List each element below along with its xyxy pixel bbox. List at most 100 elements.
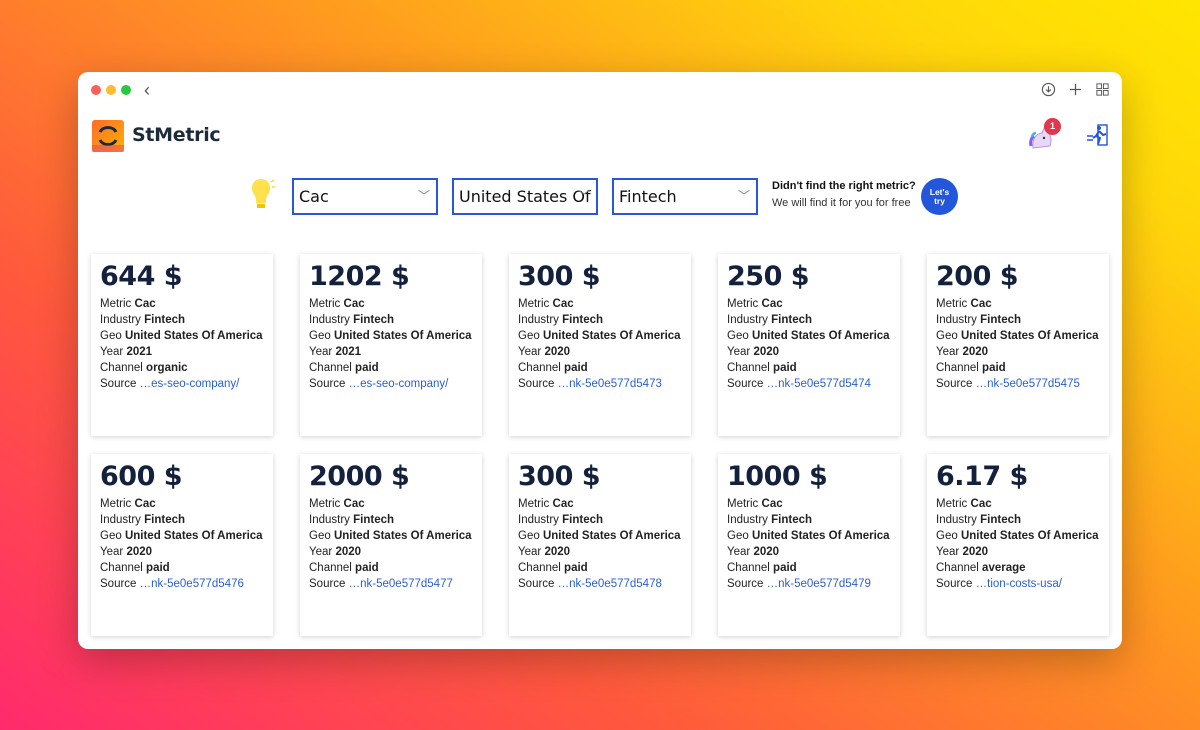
channel-line: Channel paid [518, 362, 588, 374]
metric-card[interactable]: 644 $ Metric Cac Industry Fintech Geo Unite… [91, 254, 273, 436]
browser-window: ‹ StMetric 1 Cac ﹀ United States Of ﹀ Fi… [78, 72, 1122, 649]
year-line: Year 2020 [309, 546, 362, 558]
source-line: Source …tion-costs-usa/ [936, 578, 1062, 590]
lets-try-button[interactable]: Let's try [921, 178, 958, 215]
geo-line: Geo United States Of America [100, 330, 263, 342]
download-icon[interactable] [1041, 82, 1056, 97]
channel-line: Channel paid [727, 562, 797, 574]
geo-line: Geo United States Of America [936, 330, 1099, 342]
metric-amount: 300 $ [518, 461, 601, 492]
industry-line: Industry Fintech [309, 314, 395, 326]
metric-amount: 1000 $ [727, 461, 828, 492]
metric-line: Metric Cac [100, 498, 156, 510]
metric-line: Metric Cac [727, 298, 783, 310]
industry-line: Industry Fintech [309, 514, 395, 526]
source-line: Source …nk-5e0e577d5476 [100, 578, 244, 590]
metric-amount: 200 $ [936, 261, 1019, 292]
year-line: Year 2020 [518, 546, 571, 558]
channel-line: Channel paid [309, 562, 379, 574]
industry-line: Industry Fintech [518, 514, 604, 526]
grid-icon[interactable] [1095, 82, 1110, 97]
metric-card[interactable]: 250 $ Metric Cac Industry Fintech Geo Unite… [718, 254, 900, 436]
close-window-button[interactable] [91, 85, 101, 95]
metric-line: Metric Cac [100, 298, 156, 310]
plus-icon[interactable] [1068, 82, 1083, 97]
metric-amount: 1202 $ [309, 261, 410, 292]
source-link[interactable]: …nk-5e0e577d5477 [349, 578, 453, 590]
app-header: StMetric 1 [78, 108, 1122, 168]
metric-amount: 2000 $ [309, 461, 410, 492]
metric-card[interactable]: 300 $ Metric Cac Industry Fintech Geo Unite… [509, 454, 691, 636]
source-link[interactable]: …es-seo-company/ [140, 378, 240, 390]
geo-line: Geo United States Of America [309, 530, 472, 542]
source-line: Source …es-seo-company/ [100, 378, 240, 390]
window-chrome: ‹ [78, 72, 1122, 108]
source-link[interactable]: …es-seo-company/ [349, 378, 449, 390]
metric-card[interactable]: 1202 $ Metric Cac Industry Fintech Geo Unit… [300, 254, 482, 436]
chevron-down-icon: ﹀ [417, 189, 430, 203]
metric-card[interactable]: 1000 $ Metric Cac Industry Fintech Geo Unit… [718, 454, 900, 636]
channel-line: Channel paid [936, 362, 1006, 374]
year-line: Year 2020 [936, 546, 989, 558]
source-link[interactable]: …nk-5e0e577d5476 [140, 578, 244, 590]
back-arrow-icon[interactable]: ‹ [144, 81, 150, 99]
geo-select[interactable]: United States Of ﹀ [452, 178, 598, 215]
metric-amount: 300 $ [518, 261, 601, 292]
cta-subtitle: We will find it for you for free [772, 197, 911, 209]
year-line: Year 2020 [518, 346, 571, 358]
metric-line: Metric Cac [518, 298, 574, 310]
industry-select[interactable]: Fintech ﹀ [612, 178, 758, 215]
runner-icon[interactable] [1085, 122, 1111, 148]
metric-line: Metric Cac [936, 498, 992, 510]
industry-line: Industry Fintech [727, 314, 813, 326]
metric-amount: 644 $ [100, 261, 183, 292]
geo-line: Geo United States Of America [936, 530, 1099, 542]
source-link[interactable]: …nk-5e0e577d5478 [558, 578, 662, 590]
logo-icon[interactable] [92, 120, 124, 152]
year-line: Year 2020 [727, 346, 780, 358]
source-link[interactable]: …tion-costs-usa/ [976, 578, 1062, 590]
metric-card[interactable]: 600 $ Metric Cac Industry Fintech Geo Unite… [91, 454, 273, 636]
year-line: Year 2021 [309, 346, 362, 358]
source-line: Source …nk-5e0e577d5478 [518, 578, 662, 590]
source-link[interactable]: …nk-5e0e577d5473 [558, 378, 662, 390]
geo-line: Geo United States Of America [518, 530, 681, 542]
channel-line: Channel average [936, 562, 1026, 574]
industry-line: Industry Fintech [936, 314, 1022, 326]
geo-line: Geo United States Of America [309, 330, 472, 342]
chevron-down-icon: ﹀ [737, 189, 750, 203]
source-link[interactable]: …nk-5e0e577d5474 [767, 378, 871, 390]
metric-amount: 6.17 $ [936, 461, 1028, 492]
source-line: Source …nk-5e0e577d5474 [727, 378, 871, 390]
brand-name[interactable]: StMetric [132, 124, 221, 146]
chevron-down-icon: ﹀ [577, 189, 590, 203]
source-line: Source …nk-5e0e577d5473 [518, 378, 662, 390]
year-line: Year 2020 [100, 546, 153, 558]
metric-line: Metric Cac [309, 298, 365, 310]
channel-line: Channel paid [727, 362, 797, 374]
metric-line: Metric Cac [518, 498, 574, 510]
industry-line: Industry Fintech [936, 514, 1022, 526]
metric-line: Metric Cac [309, 498, 365, 510]
lightbulb-icon [251, 179, 275, 208]
metric-amount: 600 $ [100, 461, 183, 492]
industry-line: Industry Fintech [727, 514, 813, 526]
source-line: Source …nk-5e0e577d5479 [727, 578, 871, 590]
metric-line: Metric Cac [936, 298, 992, 310]
source-line: Source …nk-5e0e577d5477 [309, 578, 453, 590]
metric-card[interactable]: 6.17 $ Metric Cac Industry Fintech Geo Unit… [927, 454, 1109, 636]
metric-card[interactable]: 2000 $ Metric Cac Industry Fintech Geo Unit… [300, 454, 482, 636]
maximize-window-button[interactable] [121, 85, 131, 95]
year-line: Year 2020 [727, 546, 780, 558]
metric-line: Metric Cac [727, 498, 783, 510]
source-link[interactable]: …nk-5e0e577d5479 [767, 578, 871, 590]
channel-line: Channel organic [100, 362, 188, 374]
industry-line: Industry Fintech [518, 314, 604, 326]
metric-amount: 250 $ [727, 261, 810, 292]
metric-card[interactable]: 200 $ Metric Cac Industry Fintech Geo Unite… [927, 254, 1109, 436]
metric-card[interactable]: 300 $ Metric Cac Industry Fintech Geo Unite… [509, 254, 691, 436]
metric-select[interactable]: Cac ﹀ [292, 178, 438, 215]
minimize-window-button[interactable] [106, 85, 116, 95]
source-line: Source …nk-5e0e577d5475 [936, 378, 1080, 390]
source-link[interactable]: …nk-5e0e577d5475 [976, 378, 1080, 390]
